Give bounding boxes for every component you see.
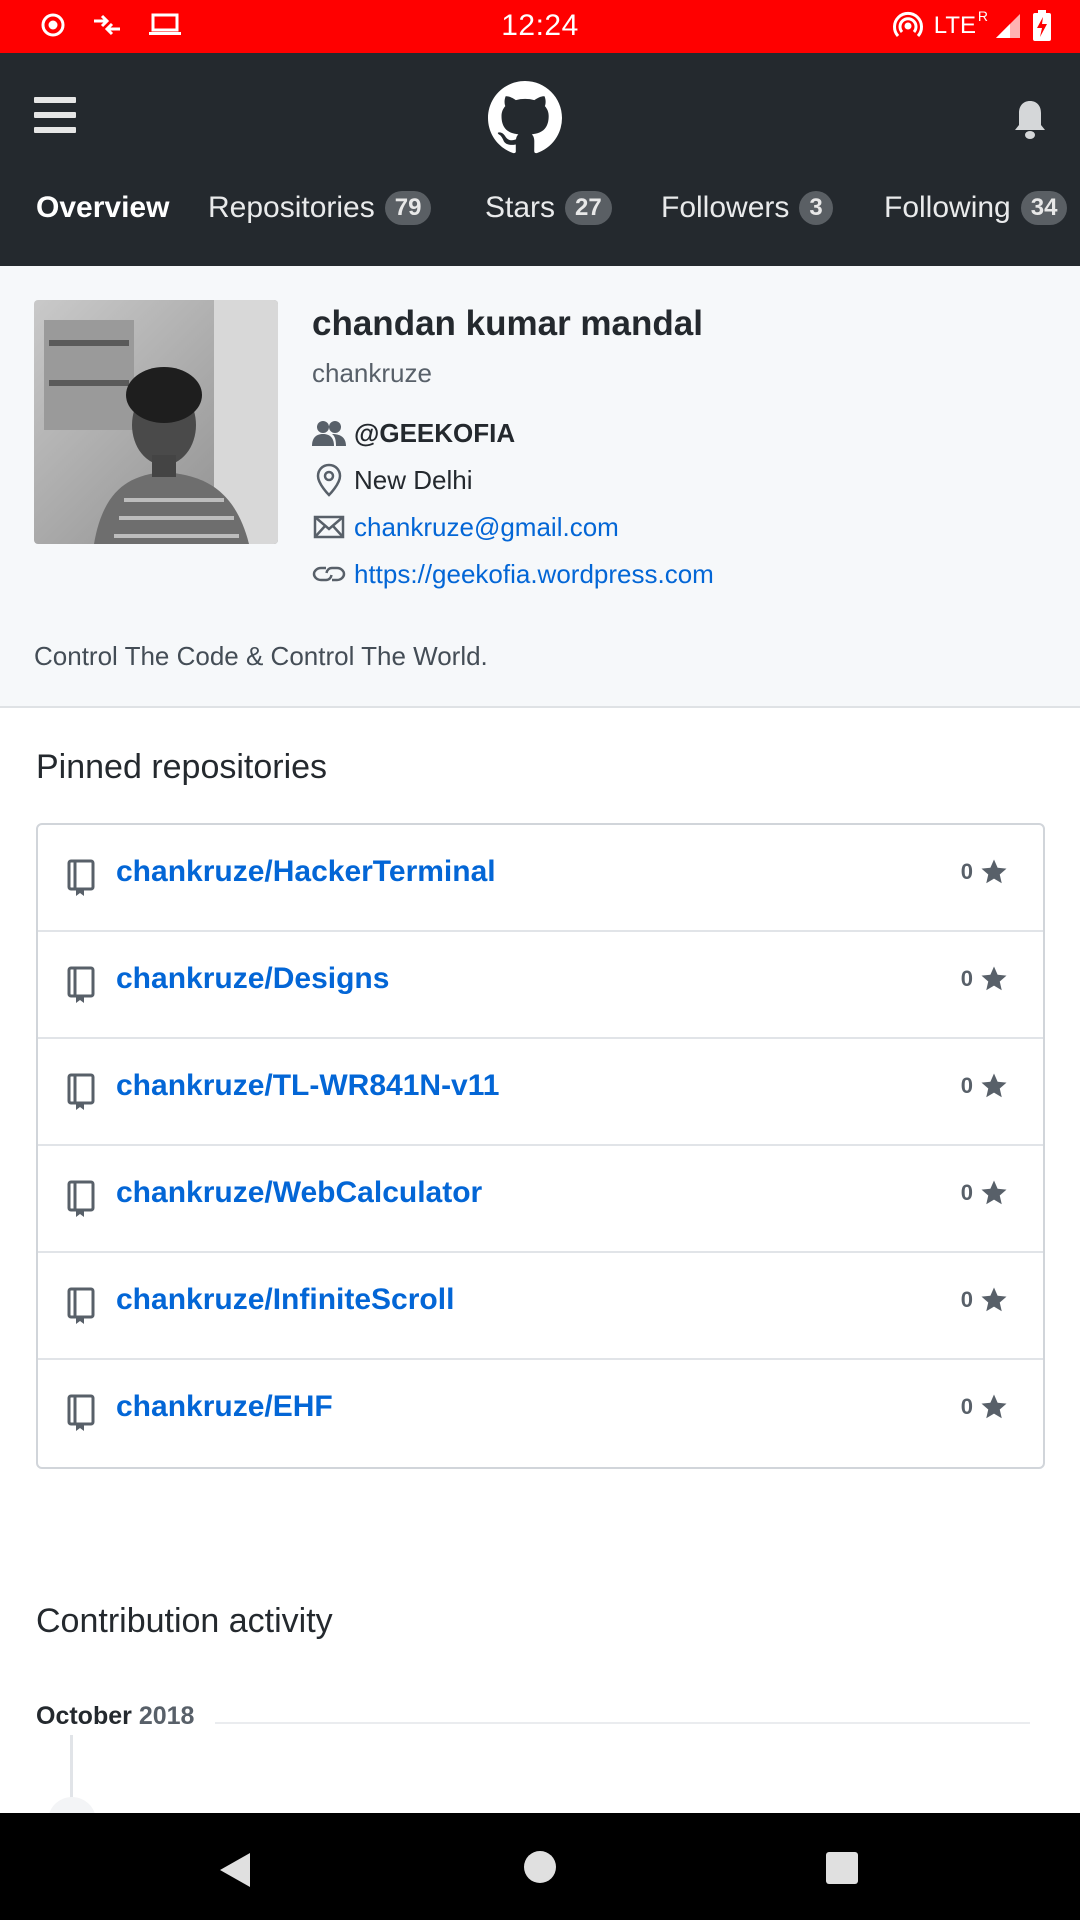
tab-repositories[interactable]: Repositories 79 <box>208 183 432 233</box>
profile-card: chandan kumar mandal chankruze @GEEKOFIA… <box>0 266 1080 708</box>
battery-charging-icon <box>1033 10 1051 41</box>
email-link[interactable]: chankruze@gmail.com <box>354 512 619 543</box>
tab-followers[interactable]: Followers 3 <box>661 183 833 233</box>
pinned-repo-item[interactable]: chankruze/HackerTerminal 0 <box>38 825 1043 932</box>
tab-repositories-label: Repositories <box>208 191 375 224</box>
contribution-month: October <box>36 1702 132 1730</box>
repo-book-icon <box>67 1073 95 1110</box>
status-right-icons: LTE R <box>892 8 1052 42</box>
repo-stars: 0 <box>961 1392 1009 1422</box>
contribution-activity-title: Contribution activity <box>36 1602 333 1640</box>
star-icon <box>981 859 1007 884</box>
month-divider <box>215 1722 1030 1724</box>
repo-stars: 0 <box>961 1285 1009 1315</box>
profile-organization[interactable]: @GEEKOFIA <box>312 416 515 450</box>
repo-book-icon <box>67 966 95 1003</box>
repo-book-icon <box>67 1180 95 1217</box>
profile-bio: Control The Code & Control The World. <box>34 641 488 671</box>
hotspot-icon <box>892 12 923 38</box>
repo-star-count: 0 <box>960 966 973 991</box>
repo-name-link[interactable]: chankruze/WebCalculator <box>116 1176 482 1210</box>
signal-icon <box>996 14 1020 38</box>
repo-name-link[interactable]: chankruze/Designs <box>116 962 389 996</box>
hamburger-menu-icon[interactable] <box>34 97 76 133</box>
app-header: Overview Repositories 79 Stars 27 Follow… <box>0 53 1080 266</box>
recent-apps-icon[interactable] <box>826 1852 858 1884</box>
link-icon <box>312 557 346 591</box>
location-label: New Delhi <box>354 464 473 495</box>
tab-following-label: Following <box>884 191 1011 224</box>
star-icon <box>981 1073 1007 1098</box>
pinned-repo-item[interactable]: chankruze/WebCalculator 0 <box>38 1146 1043 1253</box>
tab-repositories-count: 79 <box>384 191 432 225</box>
star-icon <box>981 1394 1007 1419</box>
star-icon <box>981 1287 1007 1312</box>
profile-name: chandan kumar mandal <box>312 304 703 343</box>
tab-followers-count: 3 <box>799 191 833 225</box>
repo-book-icon <box>67 859 95 896</box>
back-icon[interactable] <box>218 1851 252 1889</box>
tab-stars-label: Stars <box>485 191 556 224</box>
tab-overview-label: Overview <box>36 191 170 224</box>
repo-stars: 0 <box>961 964 1009 994</box>
star-icon <box>981 1180 1007 1205</box>
repo-name-link[interactable]: chankruze/EHF <box>116 1390 333 1424</box>
tab-stars[interactable]: Stars 27 <box>485 183 612 233</box>
avatar[interactable] <box>34 300 278 544</box>
repo-stars: 0 <box>961 857 1009 887</box>
github-octocat-icon[interactable] <box>488 81 562 155</box>
tab-followers-label: Followers <box>661 191 790 224</box>
repo-name-link[interactable]: chankruze/TL-WR841N-v11 <box>116 1069 499 1103</box>
repo-star-count: 0 <box>960 1394 973 1419</box>
pinned-repo-item[interactable]: chankruze/InfiniteScroll 0 <box>38 1253 1043 1360</box>
location-pin-icon <box>312 463 346 497</box>
repo-book-icon <box>67 1287 95 1324</box>
repo-star-count: 0 <box>960 1073 973 1098</box>
people-icon <box>312 416 346 450</box>
pinned-repositories-title: Pinned repositories <box>36 748 328 786</box>
network-label: LTE <box>933 12 976 39</box>
tab-stars-count: 27 <box>565 191 612 225</box>
roaming-indicator: R <box>977 8 988 24</box>
network-type: LTE R <box>933 8 988 40</box>
pinned-repo-item[interactable]: chankruze/EHF 0 <box>38 1360 1043 1467</box>
repo-name-link[interactable]: chankruze/HackerTerminal <box>116 855 496 889</box>
pinned-repositories-list: chankruze/HackerTerminal 0 chankruze/Des… <box>36 823 1045 1469</box>
mail-icon <box>312 510 346 544</box>
organization-label: @GEEKOFIA <box>354 417 516 448</box>
repo-stars: 0 <box>961 1071 1009 1101</box>
pinned-repo-item[interactable]: chankruze/Designs 0 <box>38 932 1043 1039</box>
repo-star-count: 0 <box>960 1180 973 1205</box>
system-nav-bar <box>0 1813 1080 1920</box>
website-link[interactable]: https://geekofia.wordpress.com <box>354 559 714 590</box>
profile-website[interactable]: https://geekofia.wordpress.com <box>312 557 714 591</box>
tab-overview[interactable]: Overview <box>36 183 169 233</box>
profile-username: chankruze <box>312 358 432 388</box>
star-icon <box>981 966 1007 991</box>
contribution-month-heading: October 2018 <box>36 1702 194 1731</box>
repo-name-link[interactable]: chankruze/InfiniteScroll <box>116 1283 454 1317</box>
pinned-repo-item[interactable]: chankruze/TL-WR841N-v11 0 <box>38 1039 1043 1146</box>
status-bar: 12:24 LTE R <box>0 0 1080 53</box>
repo-stars: 0 <box>961 1178 1009 1208</box>
repo-star-count: 0 <box>960 859 973 884</box>
tab-following-count: 34 <box>1020 191 1068 225</box>
profile-location: New Delhi <box>312 463 473 497</box>
repo-star-count: 0 <box>960 1287 973 1312</box>
bell-icon[interactable] <box>1012 97 1048 141</box>
home-icon[interactable] <box>524 1851 556 1883</box>
tab-following[interactable]: Following 34 <box>884 183 1068 233</box>
profile-email[interactable]: chankruze@gmail.com <box>312 510 619 544</box>
timeline-line <box>70 1735 73 1805</box>
contribution-year: 2018 <box>138 1702 195 1730</box>
repo-book-icon <box>67 1394 95 1431</box>
profile-tabs: Overview Repositories 79 Stars 27 Follow… <box>0 183 1080 243</box>
